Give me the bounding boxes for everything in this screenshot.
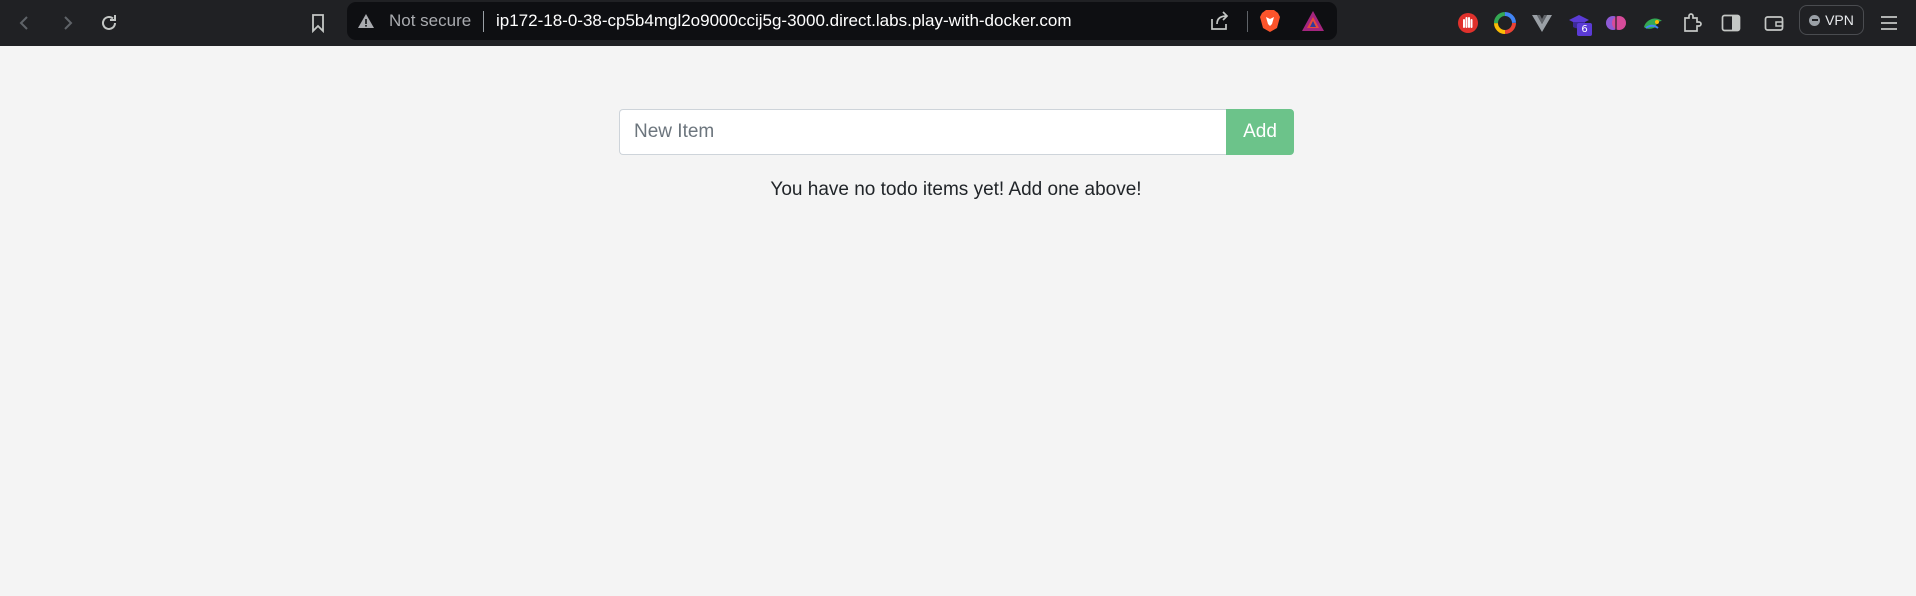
reload-icon[interactable] <box>94 8 124 38</box>
add-button[interactable]: Add <box>1226 109 1294 155</box>
security-label[interactable]: Not secure <box>389 12 471 30</box>
browser-toolbar: Not secure ip172-18-0-38-cp5b4mgl2o9000c… <box>0 0 1916 46</box>
vpn-status-icon <box>1809 14 1821 26</box>
extensions-puzzle-icon[interactable] <box>1677 8 1707 38</box>
new-item-input[interactable] <box>619 109 1227 155</box>
todo-app: Add You have no todo items yet! Add one … <box>0 46 1916 596</box>
vue-devtools-extension-icon[interactable] <box>1527 8 1557 38</box>
chameleon-extension-icon[interactable] <box>1638 8 1668 38</box>
address-bar[interactable]: Not secure ip172-18-0-38-cp5b4mgl2o9000c… <box>347 2 1337 40</box>
warning-icon[interactable] <box>357 12 375 30</box>
forward-arrow-icon[interactable] <box>52 8 82 38</box>
wallet-icon[interactable] <box>1759 8 1789 38</box>
sidebar-toggle-icon[interactable] <box>1716 8 1746 38</box>
vpn-label: VPN <box>1825 12 1854 28</box>
vpn-button[interactable]: VPN <box>1799 5 1864 35</box>
color-wheel-extension-icon[interactable] <box>1490 8 1520 38</box>
brave-shields-icon[interactable] <box>1259 9 1281 38</box>
url-divider <box>483 11 484 32</box>
extension-badge-count: 6 <box>1577 23 1592 36</box>
adblock-extension-icon[interactable] <box>1453 8 1483 38</box>
back-arrow-icon[interactable] <box>10 8 40 38</box>
url-text[interactable]: ip172-18-0-38-cp5b4mgl2o9000ccij5g-3000.… <box>496 12 1072 30</box>
brave-rewards-icon[interactable] <box>1301 10 1325 37</box>
share-icon[interactable] <box>1209 10 1231 37</box>
url-divider-2 <box>1247 11 1248 32</box>
menu-icon[interactable] <box>1874 8 1904 38</box>
empty-state-message: You have no todo items yet! Add one abov… <box>770 179 1142 200</box>
bookmark-icon[interactable] <box>303 8 333 38</box>
brain-extension-icon[interactable] <box>1601 8 1631 38</box>
